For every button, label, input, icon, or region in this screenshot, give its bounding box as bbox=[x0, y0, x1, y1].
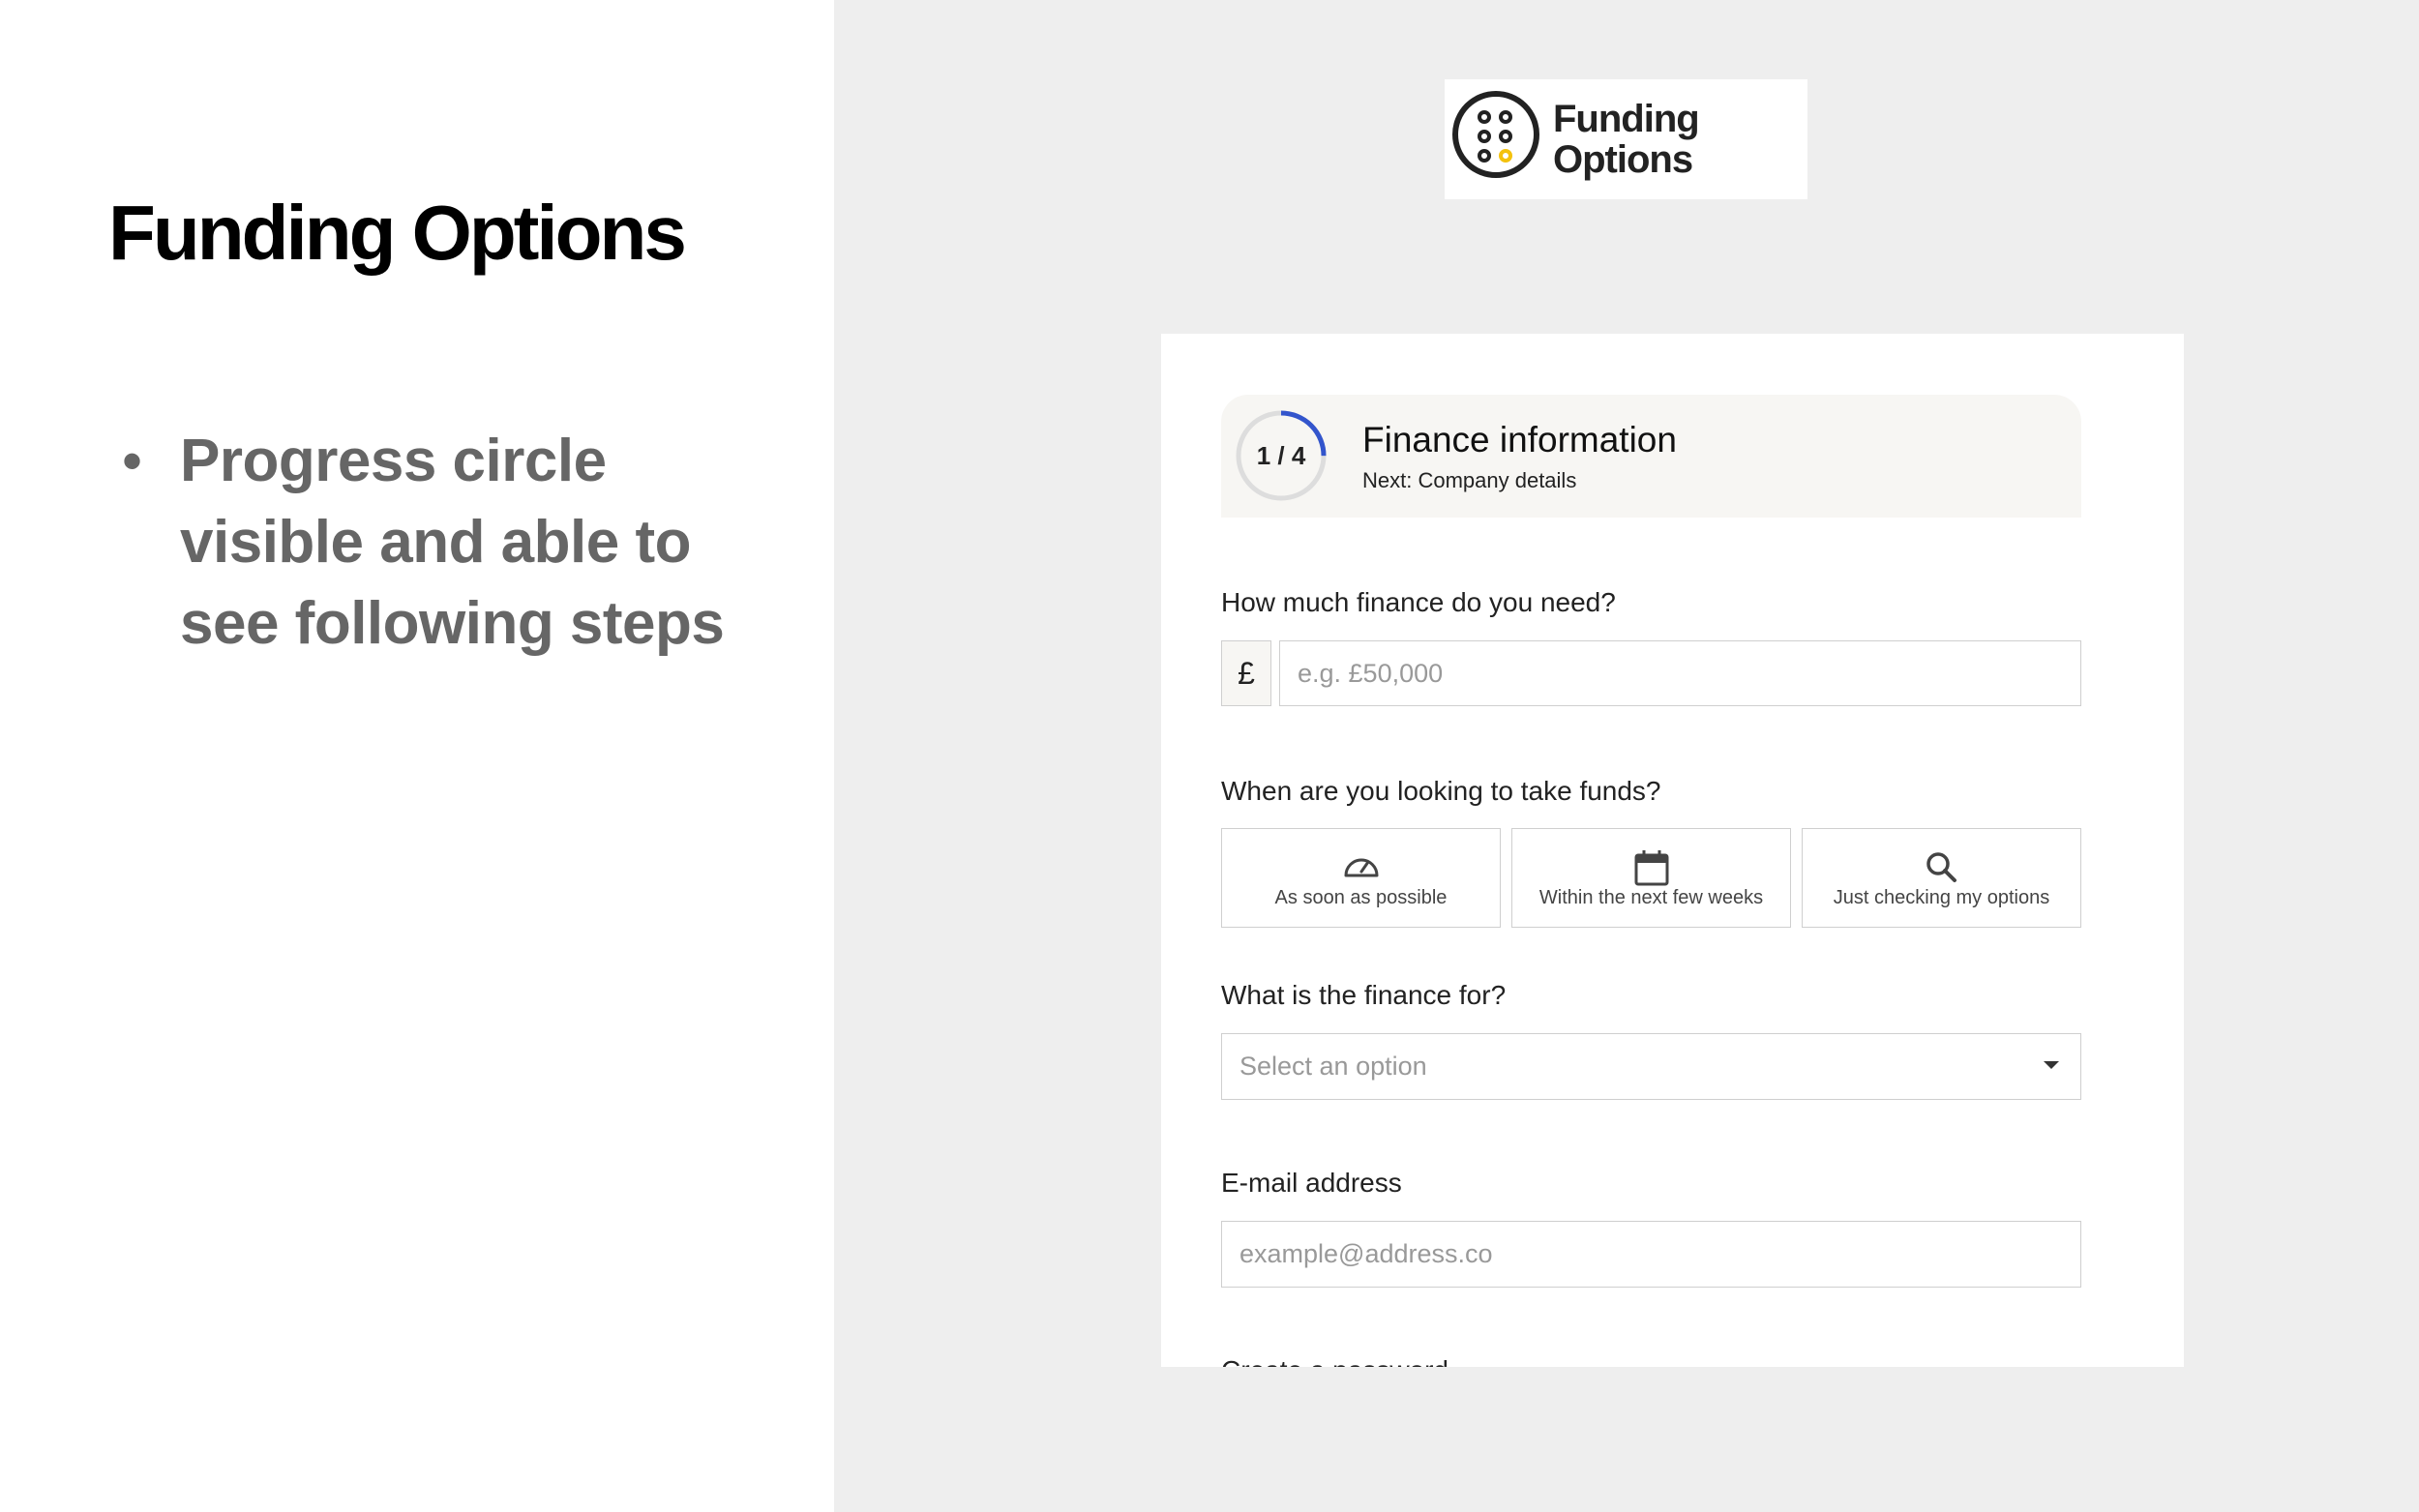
screenshot-panel: Funding Options 1 / 4 Finance informatio… bbox=[834, 0, 2419, 1512]
option-label: As soon as possible bbox=[1274, 887, 1448, 908]
slide-panel: Funding Options • Progress circle visibl… bbox=[0, 0, 834, 1512]
amount-input[interactable]: e.g. £50,000 bbox=[1279, 640, 2081, 706]
option-label: Within the next few weeks bbox=[1538, 887, 1764, 908]
purpose-select-value: Select an option bbox=[1239, 1052, 1427, 1081]
email-input[interactable]: example@address.co bbox=[1221, 1221, 2081, 1288]
option-few-weeks[interactable]: Within the next few weeks bbox=[1511, 828, 1791, 928]
search-icon bbox=[1803, 848, 2080, 887]
amount-question: How much finance do you need? bbox=[1221, 587, 1616, 617]
email-label: E-mail address bbox=[1221, 1168, 1402, 1198]
calendar-icon bbox=[1512, 848, 1790, 887]
funding-options-logo: Funding Options bbox=[1445, 79, 1807, 199]
timing-question: When are you looking to take funds? bbox=[1221, 776, 1661, 806]
speedometer-icon bbox=[1222, 848, 1500, 887]
bullet-dot: • bbox=[122, 429, 143, 493]
bullet-text: Progress circle visible and able to see … bbox=[180, 428, 725, 657]
logo-wordmark: Funding Options bbox=[1553, 98, 1700, 181]
bullet-list: • Progress circle visible and able to se… bbox=[114, 421, 791, 665]
bullet-item: • Progress circle visible and able to se… bbox=[114, 421, 791, 665]
slide-title: Funding Options bbox=[108, 190, 687, 276]
password-label: Create a password bbox=[1221, 1355, 1448, 1367]
option-just-checking[interactable]: Just checking my options bbox=[1802, 828, 2081, 928]
option-label: Just checking my options bbox=[1833, 887, 2050, 908]
logo-mark-icon bbox=[1452, 91, 1539, 178]
progress-step-label: 1 / 4 bbox=[1256, 441, 1306, 470]
option-asap[interactable]: As soon as possible bbox=[1221, 828, 1501, 928]
form-card: 1 / 4 Finance information Next: Company … bbox=[1161, 334, 2184, 1367]
next-step-label: Next: Company details bbox=[1362, 468, 1577, 492]
currency-prefix: £ bbox=[1221, 640, 1271, 706]
purpose-question: What is the finance for? bbox=[1221, 980, 1507, 1010]
step-title: Finance information bbox=[1362, 420, 1677, 460]
progress-header: 1 / 4 Finance information Next: Company … bbox=[1221, 395, 2081, 518]
chevron-down-icon bbox=[2044, 1061, 2059, 1069]
purpose-select[interactable]: Select an option bbox=[1221, 1033, 2081, 1100]
